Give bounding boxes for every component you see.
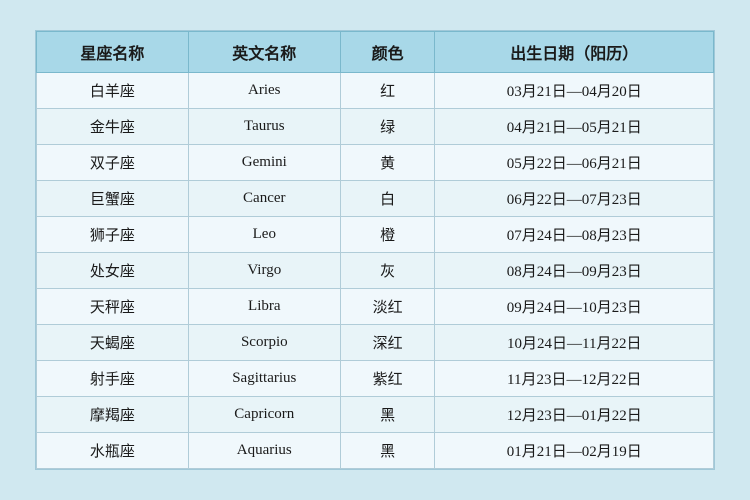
cell-english-name: Gemini [188, 145, 340, 181]
table-row: 射手座Sagittarius紫红11月23日—12月22日 [37, 361, 714, 397]
cell-english-name: Scorpio [188, 325, 340, 361]
cell-color: 灰 [340, 253, 435, 289]
table-row: 巨蟹座Cancer白06月22日—07月23日 [37, 181, 714, 217]
table-row: 双子座Gemini黄05月22日—06月21日 [37, 145, 714, 181]
header-dates: 出生日期（阳历） [435, 32, 714, 73]
cell-english-name: Capricorn [188, 397, 340, 433]
header-color: 颜色 [340, 32, 435, 73]
cell-color: 黑 [340, 397, 435, 433]
cell-color: 黄 [340, 145, 435, 181]
cell-dates: 03月21日—04月20日 [435, 73, 714, 109]
table-row: 天秤座Libra淡红09月24日—10月23日 [37, 289, 714, 325]
cell-english-name: Libra [188, 289, 340, 325]
cell-color: 紫红 [340, 361, 435, 397]
cell-dates: 05月22日—06月21日 [435, 145, 714, 181]
table-row: 金牛座Taurus绿04月21日—05月21日 [37, 109, 714, 145]
header-chinese-name: 星座名称 [37, 32, 189, 73]
cell-english-name: Aries [188, 73, 340, 109]
cell-color: 黑 [340, 433, 435, 469]
cell-english-name: Leo [188, 217, 340, 253]
cell-english-name: Cancer [188, 181, 340, 217]
cell-chinese-name: 巨蟹座 [37, 181, 189, 217]
cell-chinese-name: 天秤座 [37, 289, 189, 325]
table-row: 狮子座Leo橙07月24日—08月23日 [37, 217, 714, 253]
cell-chinese-name: 水瓶座 [37, 433, 189, 469]
header-english-name: 英文名称 [188, 32, 340, 73]
cell-dates: 06月22日—07月23日 [435, 181, 714, 217]
cell-color: 淡红 [340, 289, 435, 325]
table-header-row: 星座名称 英文名称 颜色 出生日期（阳历） [37, 32, 714, 73]
cell-dates: 09月24日—10月23日 [435, 289, 714, 325]
cell-english-name: Virgo [188, 253, 340, 289]
cell-chinese-name: 白羊座 [37, 73, 189, 109]
table-body: 白羊座Aries红03月21日—04月20日金牛座Taurus绿04月21日—0… [37, 73, 714, 469]
cell-dates: 08月24日—09月23日 [435, 253, 714, 289]
cell-color: 橙 [340, 217, 435, 253]
table-row: 处女座Virgo灰08月24日—09月23日 [37, 253, 714, 289]
cell-chinese-name: 处女座 [37, 253, 189, 289]
cell-dates: 04月21日—05月21日 [435, 109, 714, 145]
cell-chinese-name: 狮子座 [37, 217, 189, 253]
cell-chinese-name: 金牛座 [37, 109, 189, 145]
cell-color: 白 [340, 181, 435, 217]
table-row: 摩羯座Capricorn黑12月23日—01月22日 [37, 397, 714, 433]
cell-chinese-name: 双子座 [37, 145, 189, 181]
cell-dates: 11月23日—12月22日 [435, 361, 714, 397]
cell-dates: 10月24日—11月22日 [435, 325, 714, 361]
cell-color: 红 [340, 73, 435, 109]
cell-english-name: Sagittarius [188, 361, 340, 397]
cell-chinese-name: 摩羯座 [37, 397, 189, 433]
cell-dates: 12月23日—01月22日 [435, 397, 714, 433]
table-row: 白羊座Aries红03月21日—04月20日 [37, 73, 714, 109]
cell-english-name: Aquarius [188, 433, 340, 469]
cell-color: 绿 [340, 109, 435, 145]
zodiac-table: 星座名称 英文名称 颜色 出生日期（阳历） 白羊座Aries红03月21日—04… [36, 31, 714, 469]
cell-chinese-name: 射手座 [37, 361, 189, 397]
cell-chinese-name: 天蝎座 [37, 325, 189, 361]
cell-dates: 01月21日—02月19日 [435, 433, 714, 469]
zodiac-table-container: 星座名称 英文名称 颜色 出生日期（阳历） 白羊座Aries红03月21日—04… [35, 30, 715, 470]
cell-english-name: Taurus [188, 109, 340, 145]
cell-dates: 07月24日—08月23日 [435, 217, 714, 253]
table-row: 天蝎座Scorpio深红10月24日—11月22日 [37, 325, 714, 361]
table-row: 水瓶座Aquarius黑01月21日—02月19日 [37, 433, 714, 469]
cell-color: 深红 [340, 325, 435, 361]
